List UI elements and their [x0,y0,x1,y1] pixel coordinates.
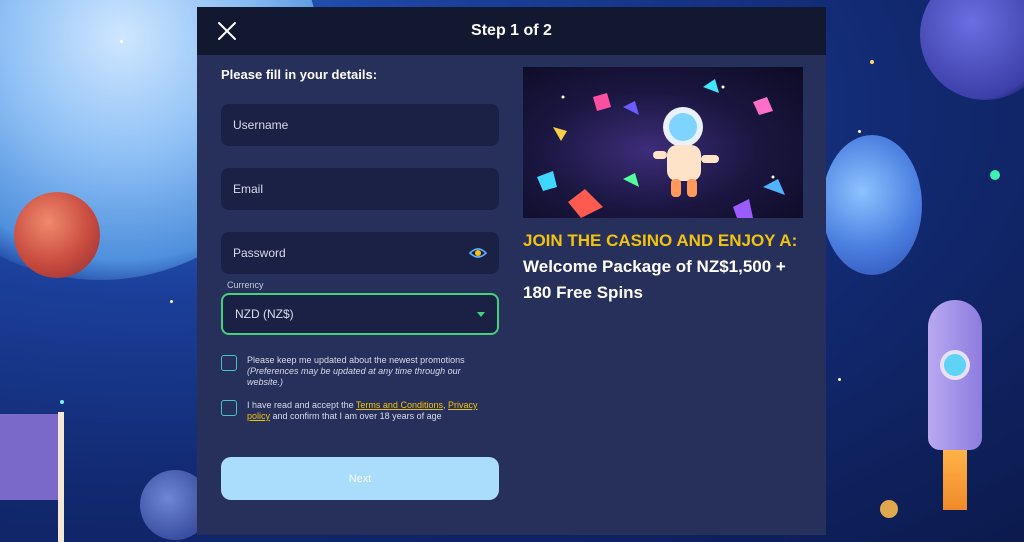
promo-headline: JOIN THE CASINO AND ENJOY A: [523,231,798,250]
red-planet [14,192,100,278]
star [120,40,123,43]
terms-suffix: and confirm that I am over 18 years of a… [270,411,442,421]
purple-planet-right [920,0,1024,100]
promotions-note: (Preferences may be updated at any time … [247,366,461,387]
rocket-illustration [910,300,1000,510]
promotions-checkbox[interactable] [221,355,237,371]
currency-select[interactable]: NZD (NZ$) [221,293,499,335]
terms-link[interactable]: Terms and Conditions [356,400,443,410]
email-placeholder: Email [233,182,264,196]
next-button[interactable]: Next [221,457,499,500]
currency-value: NZD (NZ$) [235,307,294,321]
eye-icon[interactable] [468,245,488,261]
chevron-down-icon [477,312,485,317]
password-placeholder: Password [233,246,286,260]
flag-pole [58,412,64,542]
terms-consent: I have read and accept the Terms and Con… [221,400,499,422]
astronaut-gems-illustration [523,67,803,218]
modal-header: Step 1 of 2 [197,7,826,55]
promotions-consent: Please keep me updated about the newest … [221,355,499,388]
modal-title: Step 1 of 2 [471,22,552,39]
star [170,300,173,303]
terms-checkbox[interactable] [221,400,237,416]
star [880,500,898,518]
form-heading: Please fill in your details: [221,67,378,82]
blue-planet [822,135,922,275]
brand-flag [0,414,58,500]
star [60,400,64,404]
username-field[interactable]: Username [221,104,499,146]
terms-prefix: I have read and accept the [247,400,356,410]
terms-text: I have read and accept the Terms and Con… [247,400,499,422]
username-placeholder: Username [233,118,289,132]
promo-panel: JOIN THE CASINO AND ENJOY A: Welcome Pac… [523,67,803,306]
promotions-text: Please keep me updated about the newest … [247,355,499,388]
close-icon[interactable] [215,19,239,43]
promotions-label: Please keep me updated about the newest … [247,355,465,365]
star [870,60,874,64]
star [858,130,861,133]
signup-modal: Step 1 of 2 Please fill in your details:… [197,7,826,535]
currency-label: Currency [227,280,264,290]
promo-offer: Welcome Package of NZ$1,500 + 180 Free S… [523,257,786,302]
star [990,170,1000,180]
password-field[interactable]: Password [221,232,499,274]
signup-form: Please fill in your details: Username Em… [221,67,499,422]
email-field[interactable]: Email [221,168,499,210]
star [838,378,841,381]
